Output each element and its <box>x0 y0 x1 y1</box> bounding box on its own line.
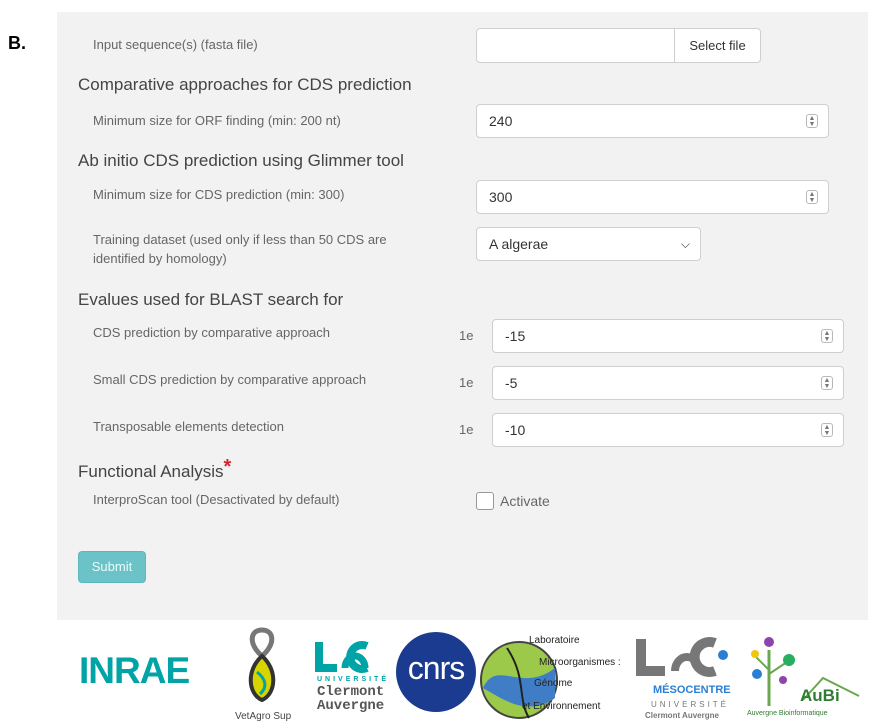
activate-label[interactable]: Activate <box>500 492 550 510</box>
partner-logos: INRAE VetAgro Sup UNIVERSITÉ Clermont Au… <box>57 620 868 724</box>
abinitio-section-title: Ab initio CDS prediction using Glimmer t… <box>78 151 404 170</box>
spinner-icon[interactable]: ▲ ▼ <box>821 423 833 437</box>
lmge-text-3: Génome <box>534 678 573 689</box>
cds-size-value: 300 <box>489 189 513 205</box>
functional-section-title: Functional Analysis* <box>78 456 231 483</box>
figure-panel-label: B. <box>8 33 26 53</box>
uca-text-1: UNIVERSITÉ <box>317 676 390 683</box>
vetagro-text: VetAgro Sup <box>235 711 292 722</box>
evalue-prefix: 1e <box>459 375 474 390</box>
orf-size-value: 240 <box>489 113 513 129</box>
evalue-small-cds-value: -5 <box>505 375 518 391</box>
chevron-down-icon: ⌵ <box>680 237 690 251</box>
evalue-cds-input[interactable]: -15 ▲ ▼ <box>492 319 844 353</box>
cnrs-text: cnrs <box>407 650 465 686</box>
lmge-text-2: Microorganismes : <box>539 657 621 668</box>
evalue-label-cds: CDS prediction by comparative approach <box>93 325 331 340</box>
uca-text-3: Auvergne <box>317 698 385 714</box>
comparative-section-title: Comparative approaches for CDS predictio… <box>78 75 412 94</box>
spinner-icon[interactable]: ▲ ▼ <box>821 329 833 343</box>
mesocentre-text-3: Clermont Auvergne <box>645 711 719 720</box>
evalue-transposable-input[interactable]: -10 ▲ ▼ <box>492 413 844 447</box>
uca-logo-mark <box>315 641 369 673</box>
evalue-prefix: 1e <box>459 422 474 437</box>
evalue-label-small-cds: Small CDS prediction by comparative appr… <box>93 372 367 387</box>
spinner-icon[interactable]: ▲ ▼ <box>821 376 833 390</box>
training-dataset-select[interactable]: A algerae ⌵ <box>476 227 701 261</box>
evalue-cds-value: -15 <box>505 328 526 344</box>
training-dataset-label-line1: Training dataset (used only if less than… <box>93 232 387 247</box>
activate-checkbox[interactable] <box>476 492 494 510</box>
lmge-text-4: et Environnement <box>522 701 601 712</box>
interproscan-label: InterproScan tool (Desactivated by defau… <box>93 492 340 507</box>
cds-size-input[interactable]: 300 ▲ ▼ <box>476 180 829 214</box>
spinner-icon[interactable]: ▲ ▼ <box>806 190 818 204</box>
mesocentre-logo-mark <box>636 637 728 677</box>
evalue-transposable-value: -10 <box>505 422 526 438</box>
cds-size-label: Minimum size for CDS prediction (min: 30… <box>93 187 345 202</box>
training-dataset-label-line2: identified by homology) <box>93 251 227 266</box>
input-sequence-label: Input sequence(s) (fasta file) <box>93 37 258 52</box>
mesocentre-text-2: UNIVERSITÉ <box>651 700 730 709</box>
training-dataset-value: A algerae <box>489 236 549 252</box>
lmge-text-1: Laboratoire <box>529 635 580 646</box>
aubi-text-1: AuBi <box>800 686 840 705</box>
select-file-button[interactable]: Select file <box>674 29 760 62</box>
required-mark: * <box>223 456 232 478</box>
aubi-text-2: Auvergne Bioinformatique <box>747 710 828 717</box>
evalue-prefix: 1e <box>459 328 474 343</box>
vetagro-logo <box>248 627 276 703</box>
mesocentre-text-1: MÉSOCENTRE <box>653 684 731 696</box>
submit-button[interactable]: Submit <box>78 551 146 583</box>
evalue-small-cds-input[interactable]: -5 ▲ ▼ <box>492 366 844 400</box>
orf-size-label: Minimum size for ORF finding (min: 200 n… <box>93 113 341 128</box>
evalue-label-transposable: Transposable elements detection <box>93 419 285 434</box>
orf-size-input[interactable]: 240 ▲ ▼ <box>476 104 829 138</box>
functional-title-text: Functional Analysis <box>78 462 224 481</box>
file-input[interactable]: Select file <box>476 28 761 63</box>
inrae-logo: INRAE <box>79 650 190 691</box>
evalues-section-title: Evalues used for BLAST search for <box>78 290 344 309</box>
spinner-icon[interactable]: ▲ ▼ <box>806 114 818 128</box>
